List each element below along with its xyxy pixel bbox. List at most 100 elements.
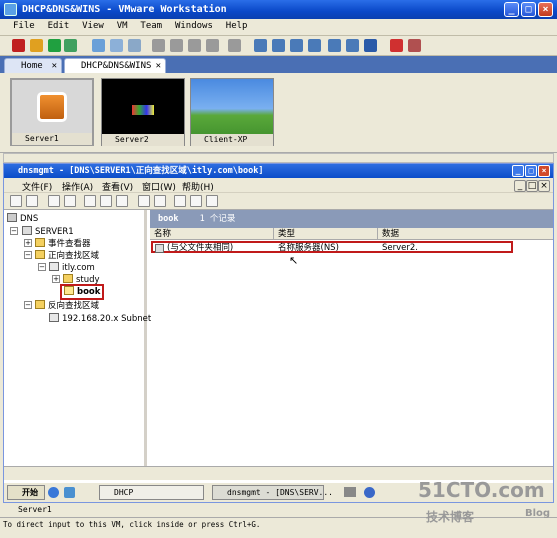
minimize-button[interactable]: _ bbox=[512, 165, 524, 177]
help-icon[interactable] bbox=[364, 487, 375, 498]
console-icon[interactable] bbox=[308, 39, 321, 52]
menu-help[interactable]: 帮助(H) bbox=[182, 180, 214, 193]
close-icon[interactable]: ✕ bbox=[52, 59, 57, 73]
close-button[interactable]: × bbox=[538, 2, 553, 17]
input-hint: To direct input to this VM, click inside… bbox=[3, 520, 261, 529]
menu-help[interactable]: Help bbox=[221, 19, 253, 33]
back-icon[interactable] bbox=[10, 195, 22, 207]
tree-item-dns[interactable]: DNS bbox=[7, 213, 38, 225]
network-icon[interactable] bbox=[344, 487, 356, 497]
quick-switch-icon[interactable] bbox=[272, 39, 285, 52]
console-icon[interactable] bbox=[154, 195, 166, 207]
tree-label: DNS bbox=[20, 214, 39, 224]
table-row[interactable]: (与父文件夹相同) 名称服务器(NS) Server2. bbox=[151, 241, 513, 253]
maximize-button[interactable]: □ bbox=[521, 2, 536, 17]
show-tree-icon[interactable] bbox=[64, 195, 76, 207]
tree-item-server[interactable]: SERVER1 bbox=[22, 226, 74, 238]
expand-icon[interactable]: + bbox=[52, 275, 60, 283]
tab-vm[interactable]: DHCP&DNS&WINS ✕ bbox=[64, 58, 166, 73]
snapshot-icon[interactable] bbox=[92, 39, 105, 52]
thumbnail-server2[interactable]: Server2 bbox=[101, 78, 185, 146]
minimize-button[interactable]: _ bbox=[504, 2, 519, 17]
mmc-title-bar: dnsmgmt - [DNS\SERVER1\正向查找区域\itly.com\b… bbox=[4, 164, 553, 178]
close-button[interactable]: × bbox=[538, 180, 550, 192]
vm-console[interactable]: dnsmgmt - [DNS\SERVER1\正向查找区域\itly.com\b… bbox=[3, 163, 554, 503]
properties-icon[interactable] bbox=[100, 195, 112, 207]
tree-item-event-viewer[interactable]: 事件查看器 bbox=[35, 238, 91, 250]
summary-icon[interactable] bbox=[290, 39, 303, 52]
start-button[interactable]: 开始 bbox=[7, 485, 45, 500]
mmc-title: dnsmgmt - [DNS\SERVER1\正向查找区域\itly.com\b… bbox=[18, 166, 264, 176]
record-icon[interactable] bbox=[390, 39, 403, 52]
tools-icon[interactable] bbox=[206, 39, 219, 52]
ie-icon[interactable] bbox=[48, 487, 59, 498]
vm-name: Server1 bbox=[18, 505, 52, 514]
taskbar-label: DHCP bbox=[114, 488, 134, 497]
minimize-button[interactable]: _ bbox=[514, 180, 526, 192]
thumbnail-scrollbar[interactable] bbox=[3, 153, 554, 163]
menu-windows[interactable]: Windows bbox=[170, 19, 218, 33]
menu-vm[interactable]: VM bbox=[112, 19, 133, 33]
menu-edit[interactable]: Edit bbox=[43, 19, 75, 33]
expand-icon[interactable]: + bbox=[24, 239, 32, 247]
tab-vm-label: DHCP&DNS&WINS bbox=[81, 61, 152, 71]
tree-item-zone[interactable]: itly.com bbox=[49, 262, 95, 274]
thumbnail-icon[interactable] bbox=[364, 39, 377, 52]
fullscreen-icon[interactable] bbox=[328, 39, 341, 52]
zone-icon bbox=[49, 262, 59, 271]
menu-window[interactable]: 窗口(W) bbox=[142, 180, 176, 193]
settings-icon[interactable] bbox=[228, 39, 241, 52]
menu-view[interactable]: View bbox=[77, 19, 109, 33]
sidebar-icon[interactable] bbox=[254, 39, 267, 52]
power-off-icon[interactable] bbox=[12, 39, 25, 52]
collapse-icon[interactable]: − bbox=[24, 301, 32, 309]
taskbar-label: dnsmgmt - [DNS\SERV... bbox=[227, 488, 333, 497]
thumbnail-server1[interactable]: Server1 bbox=[10, 78, 94, 146]
menu-view[interactable]: 查看(V) bbox=[102, 180, 133, 193]
reset-icon[interactable] bbox=[64, 39, 77, 52]
column-name[interactable]: 名称 bbox=[150, 228, 274, 240]
tree-item-reverse-zones[interactable]: 反向查找区域 bbox=[35, 300, 99, 312]
tab-home-label: Home bbox=[21, 61, 43, 71]
up-icon[interactable] bbox=[48, 195, 60, 207]
forward-icon[interactable] bbox=[26, 195, 38, 207]
taskbar-item-dhcp[interactable]: DHCP bbox=[99, 485, 204, 500]
collapse-icon[interactable]: − bbox=[24, 251, 32, 259]
menu-team[interactable]: Team bbox=[135, 19, 167, 33]
revert-icon[interactable] bbox=[110, 39, 123, 52]
refresh-icon[interactable] bbox=[116, 195, 128, 207]
collapse-icon[interactable]: − bbox=[38, 263, 46, 271]
column-data[interactable]: 数据 bbox=[378, 228, 553, 240]
delete-icon[interactable] bbox=[84, 195, 96, 207]
restore-button[interactable]: □ bbox=[526, 180, 538, 192]
snapshot-manager-icon[interactable] bbox=[128, 39, 141, 52]
close-button[interactable]: × bbox=[538, 165, 550, 177]
team-icon[interactable] bbox=[152, 39, 165, 52]
collapse-icon[interactable]: − bbox=[10, 227, 18, 235]
record-data: Server2. bbox=[382, 243, 418, 253]
migrate-icon[interactable] bbox=[188, 39, 201, 52]
tree-item-book[interactable]: book bbox=[60, 284, 105, 300]
replay-icon[interactable] bbox=[408, 39, 421, 52]
folder-open-icon bbox=[64, 286, 74, 295]
record-icon[interactable] bbox=[174, 195, 186, 207]
clone-icon[interactable] bbox=[170, 39, 183, 52]
menu-action[interactable]: 操作(A) bbox=[62, 180, 93, 193]
menu-file[interactable]: File bbox=[8, 19, 40, 33]
list-icon[interactable] bbox=[206, 195, 218, 207]
thumbnail-client-xp[interactable]: Client-XP bbox=[190, 78, 274, 146]
explorer-icon[interactable] bbox=[64, 487, 75, 498]
suspend-icon[interactable] bbox=[30, 39, 43, 52]
column-type[interactable]: 类型 bbox=[274, 228, 378, 240]
help-icon[interactable] bbox=[138, 195, 150, 207]
unity-icon[interactable] bbox=[346, 39, 359, 52]
tab-home[interactable]: Home ✕ bbox=[4, 58, 62, 73]
power-on-icon[interactable] bbox=[48, 39, 61, 52]
tree-item-subnet[interactable]: 192.168.20.x Subnet bbox=[49, 313, 151, 325]
close-icon[interactable]: ✕ bbox=[156, 59, 161, 73]
menu-file[interactable]: 文件(F) bbox=[22, 180, 52, 193]
tree-item-forward-zones[interactable]: 正向查找区域 bbox=[35, 250, 99, 262]
document-icon[interactable] bbox=[190, 195, 202, 207]
taskbar-item-dnsmgmt[interactable]: dnsmgmt - [DNS\SERV... bbox=[212, 485, 333, 500]
maximize-button[interactable]: □ bbox=[525, 165, 537, 177]
